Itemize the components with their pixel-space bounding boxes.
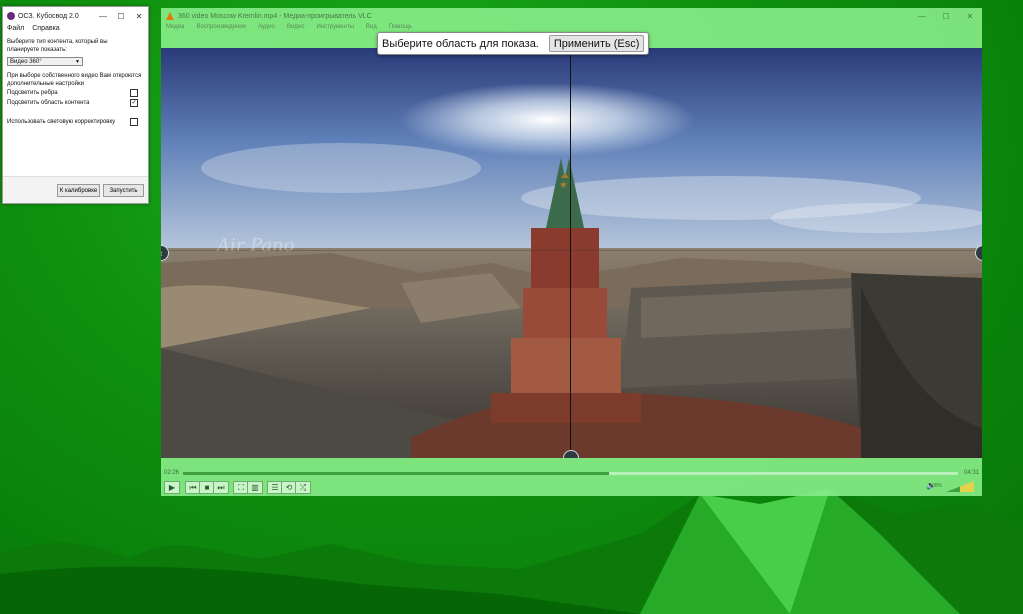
player-minimize-button[interactable]: — [910,12,934,21]
shuffle-button[interactable]: ⤮ [295,481,311,494]
current-time: 02:26 [164,470,180,476]
cubosvod-window: ОСЗ. Кубосвод 2.0 — ☐ ✕ Файл Справка Выб… [2,6,149,204]
calibration-button[interactable]: К калибровке [57,184,100,197]
content-type-select[interactable]: Видео 360° ▼ [7,57,83,66]
close-button[interactable]: ✕ [130,12,148,21]
seek-bar[interactable] [183,472,958,475]
option-light-correction[interactable]: Использовать световую корректировку [7,117,144,127]
volume-percent: 100% [929,483,942,489]
menu-help[interactable]: Справка [32,25,59,36]
option-label: Подсветить ребра [7,90,58,96]
player-title: 360 video Moscow Kremlin.mp4 - Медиа-про… [178,12,372,20]
panorama-image: ★ Air Pano [161,48,982,458]
menu-tools[interactable]: Инструменты [316,24,353,36]
player-titlebar: 360 video Moscow Kremlin.mp4 - Медиа-про… [161,8,982,24]
playback-controls: ▶ ⏮ ■ ⏭ ⛶ ▥ ☰ ⟲ ⤮ 🔈 100% [161,480,982,494]
total-time: 04:31 [963,470,979,476]
prompt-text: Выберите область для показа. [382,37,539,50]
minimize-button[interactable]: — [94,12,112,21]
menu-file[interactable]: Файл [7,25,24,36]
highlight-edges-checkbox[interactable] [130,89,138,97]
volume-slider[interactable] [946,481,974,492]
option-label: Подсветить область контента [7,100,90,106]
dropdown-arrow-icon: ▼ [75,58,80,65]
airpano-watermark: Air Pano [215,235,295,256]
seek-timeline: 02:26 04:31 [161,468,982,478]
menu-audio[interactable]: Аудио [258,24,275,36]
next-button[interactable]: ⏭ [213,481,229,494]
horizon-guide-line [161,250,982,251]
menu-view[interactable]: Вид [366,24,377,36]
tool-footer: К калибровке Запустить [3,176,148,203]
vlc-cone-icon [166,12,174,20]
menu-media[interactable]: Медиа [166,24,184,36]
seek-progress [183,472,610,475]
option-highlight-content-area[interactable]: Подсветить область контента ✓ [7,98,144,108]
highlight-content-area-checkbox[interactable]: ✓ [130,99,138,107]
app-logo-icon [7,12,15,20]
video-panorama[interactable]: ★ Air Pano ‹ › ⌄ [161,48,982,458]
tool-body: Выберите тип контента, который вы планир… [3,36,148,129]
area-selection-prompt: Выберите область для показа. Применить (… [377,32,650,55]
player-maximize-button[interactable]: ☐ [934,12,958,21]
play-button[interactable]: ▶ [164,481,180,494]
menu-video[interactable]: Видео [287,24,305,36]
menu-playback[interactable]: Воспроизведение [196,24,246,36]
launch-button[interactable]: Запустить [103,184,144,197]
center-guide-line [570,48,571,458]
player-close-button[interactable]: ✕ [958,12,982,21]
maximize-button[interactable]: ☐ [112,12,130,21]
option-label: Использовать световую корректировку [7,119,116,125]
note-text-2: дополнительные настройки [7,81,84,87]
tool-title: ОСЗ. Кубосвод 2.0 [18,12,79,20]
tool-menubar: Файл Справка [3,25,148,36]
content-type-value: Видео 360° [10,58,42,65]
content-type-prompt-2: планируете показать: [7,47,67,53]
light-correction-checkbox[interactable] [130,118,138,126]
apply-button[interactable]: Применить (Esc) [548,35,645,52]
tool-titlebar: ОСЗ. Кубосвод 2.0 — ☐ ✕ [3,7,148,25]
extended-settings-button[interactable]: ▥ [247,481,263,494]
content-type-prompt: Выберите тип контента, который вы [7,39,108,45]
vlc-player-window: 360 video Moscow Kremlin.mp4 - Медиа-про… [161,8,982,496]
note-text: При выборе собственного видео Вам открою… [7,73,142,79]
svg-text:★: ★ [559,180,568,191]
option-highlight-edges[interactable]: Подсветить ребра [7,88,144,98]
